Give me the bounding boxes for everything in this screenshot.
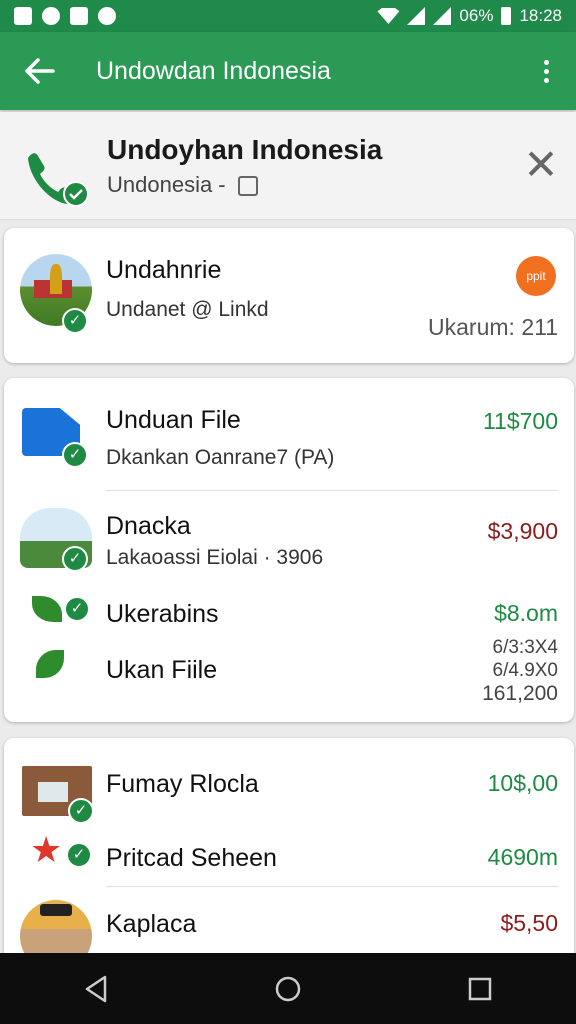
badge: ppit — [516, 256, 556, 296]
back-nav-icon[interactable] — [66, 959, 126, 1019]
card-name: Undahnrie — [106, 256, 222, 284]
item-amount: $8.om — [494, 600, 558, 626]
home-nav-icon[interactable] — [258, 959, 318, 1019]
item-amount: 11$700 — [482, 408, 558, 434]
image-notification-icon — [14, 7, 32, 25]
places-card: ✓ Fumay Rlocla 10$,00 ★ ✓ Pritcad Seheen… — [4, 738, 574, 972]
item-amount: $5,50 — [500, 910, 558, 936]
list-item[interactable]: Dnacka Lakaoassi Eiolai · 3906 $3,900 — [4, 488, 574, 578]
wifi-icon — [377, 8, 400, 24]
phone-icon — [24, 146, 89, 210]
clock: 18:28 — [519, 6, 562, 25]
check-icon: ✓ — [62, 308, 88, 334]
card-amount: Ukarum: 211 — [428, 314, 558, 340]
clock-notification-icon — [98, 7, 116, 25]
item-meta: Dkankan Oanrane7 (PA) — [106, 446, 335, 469]
list-item[interactable]: Ukerabins $8.om — [4, 578, 574, 638]
close-button[interactable]: ✕ — [516, 140, 566, 190]
item-name: Kaplaca — [106, 910, 197, 938]
link-notification-icon — [70, 7, 88, 25]
amount-line: 161,200 — [482, 682, 558, 705]
status-bar: 06% 18:28 — [0, 0, 576, 32]
item-name: Unduan File — [106, 406, 241, 434]
list-item[interactable]: Fumay Rlocla 10$,00 — [4, 738, 574, 828]
files-card: ✓ Unduan File Dkankan Oanrane7 (PA) 11$7… — [4, 378, 574, 722]
item-name: Ukan Fiile — [106, 656, 218, 684]
sync-notification-icon — [42, 7, 60, 25]
app-bar: Undowdan Indonesia — [0, 32, 576, 110]
more-vert-icon[interactable] — [516, 32, 576, 110]
signal-icon-2 — [433, 7, 452, 25]
item-amount: 10$,00 — [487, 770, 558, 796]
notification-icons — [14, 7, 116, 25]
item-name: Fumay Rlocla — [106, 770, 259, 798]
battery-icon — [501, 7, 512, 25]
item-amount-lines: 6/3:3X4 6/4.9X0 161,200 — [482, 636, 558, 705]
divider — [106, 886, 558, 887]
item-name: Pritcad Seheen — [106, 844, 277, 872]
location-icon — [237, 176, 258, 197]
back-arrow-icon[interactable] — [0, 32, 80, 110]
item-amount: 4690m — [487, 844, 558, 870]
banner-title: Undoyhan Indonesia — [107, 134, 383, 165]
banner-subtitle-text: Undonesia - — [107, 172, 226, 197]
item-meta: Lakaoassi Eiolai · 3906 — [106, 546, 324, 569]
recents-nav-icon[interactable] — [450, 959, 510, 1019]
item-name: Dnacka — [106, 512, 191, 540]
call-banner: Undoyhan Indonesia Undonesia - ✕ — [0, 112, 576, 220]
item-name: Ukerabins — [106, 600, 219, 628]
card-link[interactable]: Undanet @ Linkd — [106, 298, 269, 322]
list-item[interactable]: Unduan File Dkankan Oanrane7 (PA) 11$700 — [4, 378, 574, 488]
signal-icon — [407, 7, 426, 25]
system-nav-bar — [0, 953, 576, 1024]
banner-subtitle: Undonesia - — [107, 172, 258, 198]
list-item[interactable]: Pritcad Seheen 4690m — [4, 828, 574, 888]
amount-line: 6/3:3X4 — [492, 637, 559, 658]
amount-line: 6/4.9X0 — [492, 660, 559, 681]
item-amount: $3,900 — [487, 518, 558, 544]
list-item[interactable]: Ukan Fiile 6/3:3X4 6/4.9X0 161,200 — [4, 636, 574, 716]
battery-percent: 06% — [459, 6, 494, 25]
app-title: Undowdan Indonesia — [96, 56, 331, 85]
contact-card[interactable]: ✓ Undahnrie Undanet @ Linkd ppit Ukarum:… — [4, 228, 574, 363]
